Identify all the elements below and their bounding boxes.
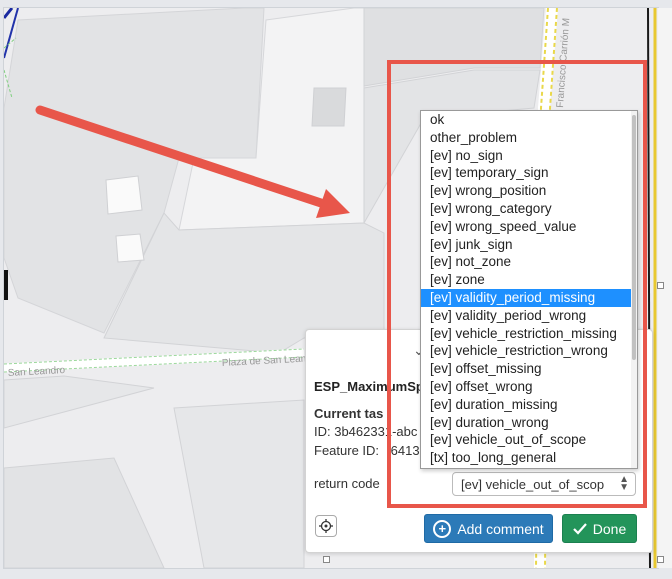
- add-comment-label: Add comment: [457, 520, 544, 537]
- resize-handle[interactable]: [323, 556, 330, 563]
- done-label: Done: [592, 520, 627, 537]
- done-button[interactable]: Done: [562, 514, 637, 543]
- feature-id-label: Feature ID:: [314, 443, 380, 458]
- map-building: [311, 87, 347, 127]
- map-building: [105, 175, 143, 215]
- locate-button[interactable]: [315, 515, 337, 537]
- annotation-highlight-box: [387, 60, 647, 508]
- resize-handle[interactable]: [657, 556, 664, 563]
- plus-circle-icon: +: [433, 519, 452, 538]
- crosshair-icon: [319, 519, 333, 533]
- add-comment-button[interactable]: + Add comment: [424, 514, 553, 543]
- current-task-label: Current tas: [314, 406, 384, 421]
- resize-handle[interactable]: [657, 282, 664, 289]
- return-code-label: return code: [314, 476, 380, 491]
- checkmark-icon: [572, 522, 587, 535]
- map-building: [115, 233, 145, 263]
